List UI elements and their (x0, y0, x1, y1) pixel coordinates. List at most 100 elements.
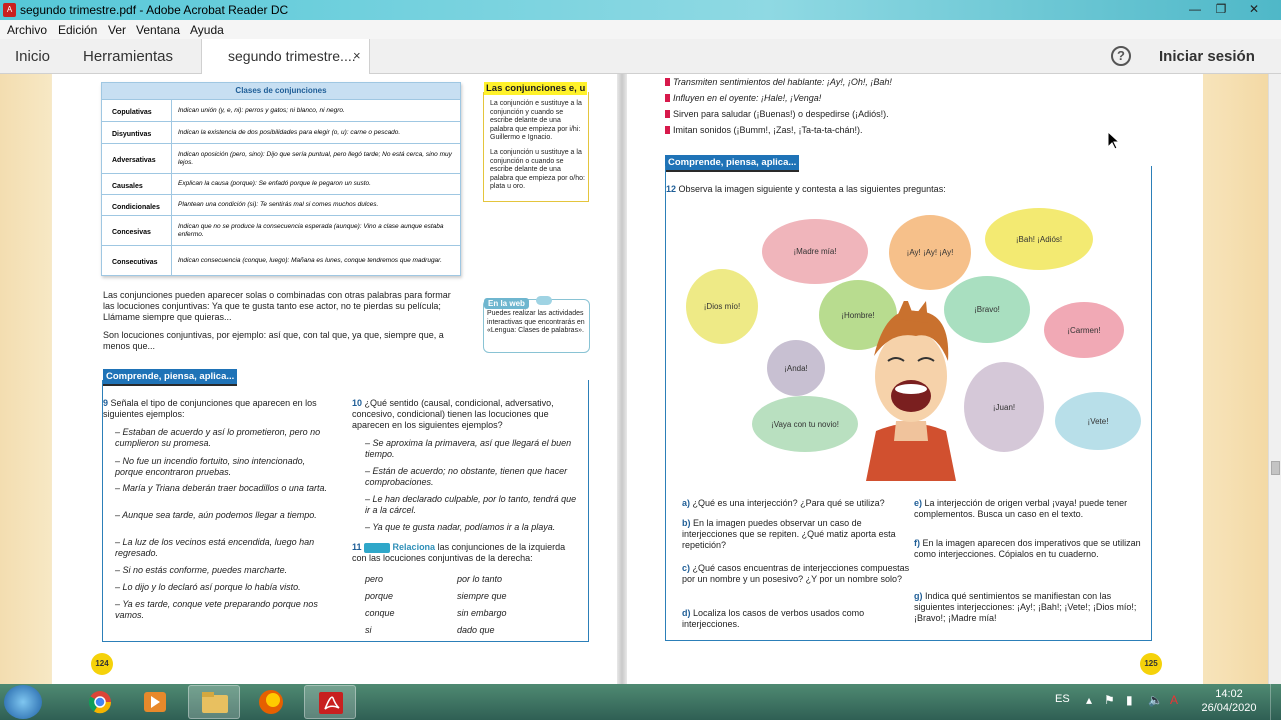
volume-icon[interactable]: 🔈 (1148, 693, 1163, 707)
list-item: – Estaban de acuerdo y así lo prometiero… (115, 427, 321, 448)
clock[interactable]: 14:02 26/04/2020 (1198, 687, 1260, 715)
list-item: – No fue un incendio fortuito, sino inte… (115, 456, 306, 477)
bullet-icon (665, 126, 670, 134)
question-text: Localiza los casos de verbos usados como… (682, 608, 865, 629)
document-tab-label: segundo trimestre.... (228, 48, 356, 64)
question-d: d) Localiza los casos de verbos usados c… (682, 608, 912, 630)
help-icon[interactable]: ? (1111, 46, 1131, 66)
restore-button[interactable]: ❐ (1207, 0, 1235, 18)
language-indicator[interactable]: ES (1055, 693, 1070, 705)
row-value: Explican la causa (porque): Se enfadó po… (178, 180, 371, 187)
list-item: – Lo dijo y lo declaró así porque lo hab… (115, 582, 301, 592)
interjections-illustration: ¡Madre mía! ¡Ay! ¡Ay! ¡Ay! ¡Bah! ¡Adiós!… (666, 206, 1153, 486)
exercise-9-text: Señala el tipo de conjunciones que apare… (103, 398, 317, 419)
question-b: b) En la imagen puedes observar un caso … (682, 518, 912, 551)
row-key: Concesivas (102, 216, 172, 245)
exercise-9: 9 Señala el tipo de conjunciones que apa… (103, 398, 331, 420)
question-text: ¿Qué casos encuentras de interjecciones … (682, 563, 910, 584)
speech-bubble: ¡Madre mía! (762, 219, 868, 284)
web-text: Puedes realizar las actividades interact… (487, 310, 585, 334)
vertical-scrollbar[interactable] (1268, 74, 1281, 684)
menu-edicion[interactable]: Edición (58, 23, 97, 37)
exercise-box: 12 Observa la imagen siguiente y contest… (665, 166, 1152, 641)
page-125: Transmiten sentimientos del hablante: ¡A… (627, 74, 1203, 684)
question-c: c) ¿Qué casos encuentras de interjeccion… (682, 563, 912, 585)
web-box: En la web Puedes realizar las actividade… (483, 296, 590, 353)
row-value: Indican oposición (pero, sino): Dijo que… (178, 150, 452, 166)
list-item: si (365, 625, 372, 635)
mouse-icon (536, 296, 552, 305)
signin-button[interactable]: Iniciar sesión (1159, 48, 1255, 65)
question-text: En la imagen puedes observar un caso de … (682, 518, 896, 550)
table-row: Concesivas Indican que no se produce la c… (102, 215, 460, 245)
table-row: Consecutivas Indican consecuencia (conque… (102, 245, 460, 275)
row-key: Consecutivas (102, 246, 172, 275)
start-button[interactable] (4, 685, 42, 719)
list-item: – Si no estás conforme, puedes marcharte… (115, 565, 288, 575)
question-letter: g) (914, 591, 923, 601)
exercise-11-right-list: por lo tanto siempre que sin embargo dad… (457, 574, 577, 642)
question-text: La interjección de origen verbal ¡vaya! … (914, 498, 1128, 519)
list-item: por lo tanto (457, 574, 503, 584)
acrobat-app-icon: A (3, 3, 16, 17)
exercise-12-number: 12 (666, 184, 677, 194)
question-a: a) ¿Qué es una interjección? ¿Para qué s… (682, 498, 912, 509)
exercise-10: 10 ¿Qué sentido (causal, condicional, ad… (352, 398, 580, 431)
exercise-10-number: 10 (352, 398, 363, 408)
list-item: pero (365, 574, 384, 584)
minimize-button[interactable]: — (1181, 0, 1209, 18)
scrollbar-thumb[interactable] (1271, 461, 1280, 475)
tab-herramientas[interactable]: Herramientas (83, 48, 173, 65)
question-letter: c) (682, 563, 691, 573)
boy-character-illustration (866, 301, 956, 481)
exercise-12: 12 Observa la imagen siguiente y contest… (666, 184, 1136, 195)
note-title: Las conjunciones e, u (484, 82, 588, 95)
exercise-9-list: – Estaban de acuerdo y así lo prometiero… (115, 427, 333, 623)
note-text-u: La conjunción u sustituye a la conjunció… (490, 149, 585, 190)
menu-ventana[interactable]: Ventana (136, 23, 180, 37)
exercise-11-tag: Relaciona (392, 542, 436, 552)
exercise-10-list: – Se aproxima la primavera, así que lleg… (365, 438, 580, 538)
question-letter: d) (682, 608, 691, 618)
speech-bubble: ¡Juan! (964, 362, 1044, 452)
mouse-cursor-icon (1108, 132, 1120, 150)
network-icon[interactable]: ▮ (1126, 693, 1133, 707)
taskbar-firefox[interactable] (245, 685, 297, 719)
taskbar-acrobat[interactable] (304, 685, 356, 719)
taskbar-media-player[interactable] (129, 685, 181, 719)
document-viewport[interactable]: Clases de conjunciones Copulativas Indica… (0, 74, 1268, 684)
menu-ayuda[interactable]: Ayuda (190, 23, 224, 37)
taskbar: ES ▴ ⚑ ▮ 🔈 A 14:02 26/04/2020 (0, 684, 1281, 720)
row-key: Condicionales (102, 195, 172, 215)
show-hidden-icons[interactable]: ▴ (1086, 693, 1092, 707)
table-row: Condicionales Plantean una condición (si)… (102, 194, 460, 215)
taskbar-file-explorer[interactable] (188, 685, 240, 719)
close-tab-icon[interactable]: × (353, 48, 361, 63)
clock-date: 26/04/2020 (1201, 702, 1257, 714)
window-title: segundo trimestre.pdf - Adobe Acrobat Re… (20, 3, 289, 17)
list-item: – Se aproxima la primavera, así que lleg… (365, 438, 572, 459)
speech-bubble: ¡Bah! ¡Adiós! (985, 208, 1093, 270)
list-item: dado que (457, 625, 495, 635)
paragraph-locuciones: Las conjunciones pueden aparecer solas o… (103, 290, 451, 322)
taskbar-chrome[interactable] (74, 685, 126, 719)
bullet-icon (665, 94, 670, 102)
tab-document[interactable]: segundo trimestre.... × (201, 39, 370, 74)
close-window-button[interactable]: ✕ (1240, 0, 1268, 18)
action-center-flag-icon[interactable]: ⚑ (1104, 693, 1115, 707)
page-124: Clases de conjunciones Copulativas Indica… (52, 74, 617, 684)
row-value: Indican unión (y, e, ni): perros y gatos… (178, 106, 345, 114)
acrobat-tray-icon[interactable]: A (1170, 693, 1178, 707)
menu-ver[interactable]: Ver (108, 23, 126, 37)
question-e: e) La interjección de origen verbal ¡vay… (914, 498, 1142, 520)
table-row: Disyuntivas Indican la existencia de dos … (102, 121, 460, 143)
list-item: conque (365, 608, 395, 618)
show-desktop-button[interactable] (1270, 684, 1281, 720)
exercise-11: 11 Relaciona las conjunciones de la izqu… (352, 542, 580, 564)
row-key: Causales (102, 174, 172, 194)
note-text-e: La conjunción e sustituye a la conjunció… (490, 100, 582, 141)
web-tag: En la web (484, 298, 529, 309)
menu-archivo[interactable]: Archivo (7, 23, 47, 37)
title-bar: A segundo trimestre.pdf - Adobe Acrobat … (0, 0, 1281, 20)
tab-inicio[interactable]: Inicio (15, 48, 50, 65)
